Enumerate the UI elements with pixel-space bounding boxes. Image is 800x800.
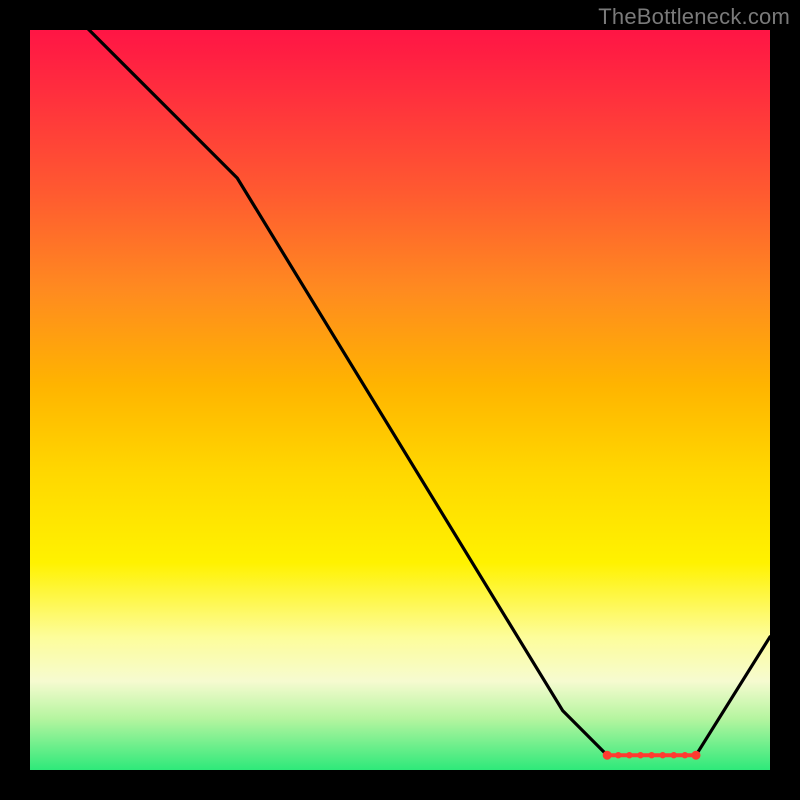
marker-dot: [637, 752, 643, 758]
plot-area: [30, 30, 770, 770]
watermark-text: TheBottleneck.com: [598, 4, 790, 30]
chart-frame: TheBottleneck.com: [0, 0, 800, 800]
marker-dot: [682, 752, 688, 758]
bottleneck-curve-path: [30, 0, 770, 755]
marker-dot: [615, 752, 621, 758]
marker-dot: [603, 751, 612, 760]
marker-dot: [660, 752, 666, 758]
marker-dot: [626, 752, 632, 758]
marker-dot: [692, 751, 701, 760]
optimal-range-markers: [603, 751, 701, 760]
marker-dot: [671, 752, 677, 758]
line-chart-svg: [30, 30, 770, 770]
marker-dot: [648, 752, 654, 758]
